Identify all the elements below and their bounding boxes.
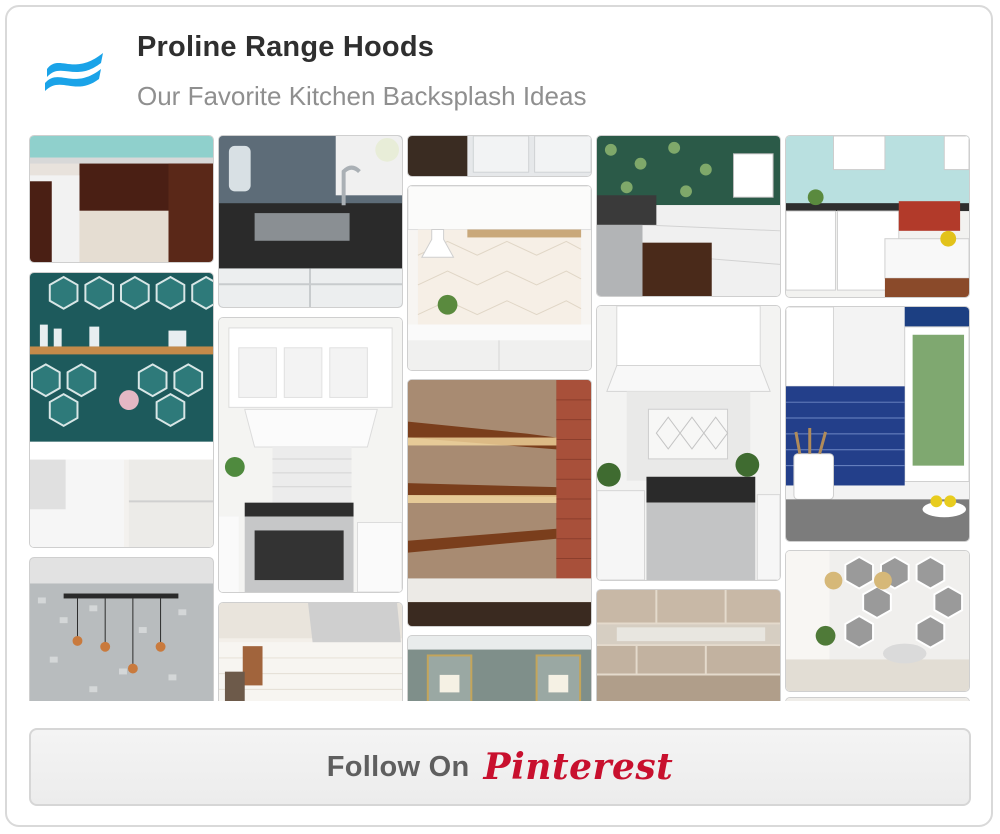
pin-image[interactable]	[785, 550, 970, 692]
pin-image[interactable]	[596, 589, 781, 707]
pin-image[interactable]	[596, 305, 781, 581]
pinterest-logo: Pinterest	[483, 746, 674, 788]
follow-on-pinterest-button[interactable]: Follow On Pinterest	[29, 728, 971, 806]
grid-bottom-edge	[29, 701, 975, 707]
follow-label: Follow On	[326, 750, 470, 783]
pinterest-board-widget: Proline Range Hoods Our Favorite Kitchen…	[5, 5, 993, 827]
pin-image[interactable]	[29, 272, 214, 548]
pin-image[interactable]	[596, 135, 781, 297]
pin-image[interactable]	[785, 306, 970, 542]
pin-grid	[7, 7, 991, 707]
pin-image[interactable]	[785, 135, 970, 298]
pin-image[interactable]	[407, 135, 592, 177]
pin-image[interactable]	[218, 135, 403, 308]
pin-image[interactable]	[407, 185, 592, 371]
pin-image[interactable]	[29, 557, 214, 707]
pin-image[interactable]	[29, 135, 214, 263]
pin-image[interactable]	[407, 379, 592, 627]
pin-image[interactable]	[218, 317, 403, 593]
pin-image[interactable]	[218, 602, 403, 707]
pin-image[interactable]	[407, 635, 592, 707]
